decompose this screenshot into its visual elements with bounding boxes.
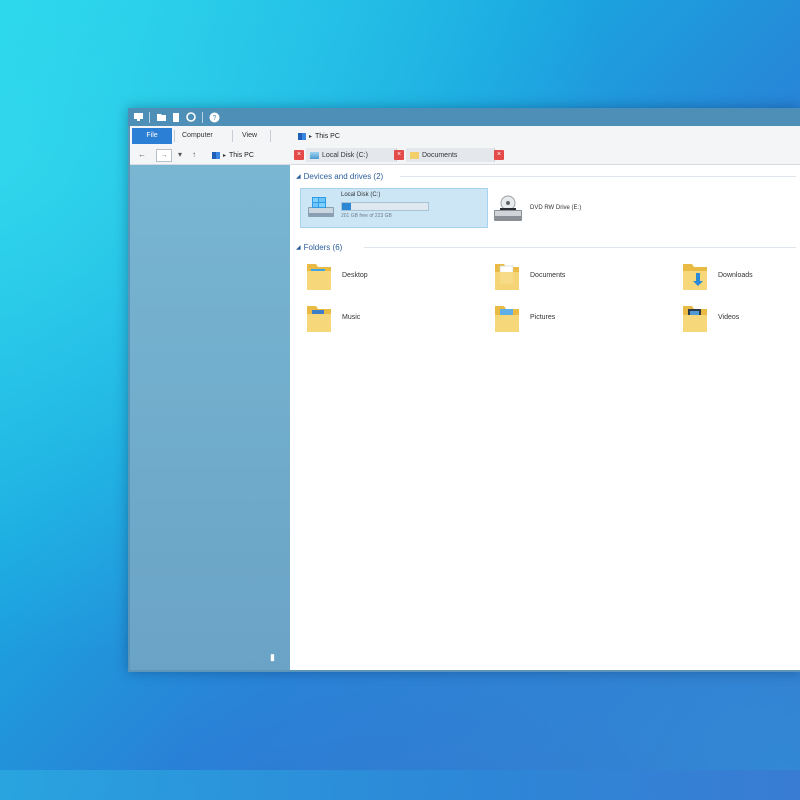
pictures-folder-icon [495, 306, 519, 332]
folder-label: Videos [718, 314, 740, 321]
quick-access-separator [202, 111, 203, 123]
folder-pictures[interactable]: Pictures [494, 301, 654, 337]
drive-free-space: 201 GB free of 223 GB [341, 213, 392, 219]
svg-text:?: ? [212, 115, 216, 122]
downloads-folder-icon [683, 264, 707, 290]
drive-name: Local Disk (C:) [341, 192, 381, 198]
back-arrow-icon[interactable]: ← [138, 148, 146, 162]
taskbar [0, 770, 800, 800]
content-area: ◢ Devices and drives (2) Local Disk (C:)… [290, 165, 800, 670]
navigation-pane[interactable]: ▮ [130, 165, 290, 670]
properties-icon[interactable] [170, 111, 182, 123]
ribbon-breadcrumb-label: This PC [315, 132, 340, 140]
file-explorer-window: ? File Computer View ▸ This PC ← → ▾ ↑ ▸… [128, 108, 800, 672]
help-icon[interactable]: ? [208, 111, 220, 123]
group-divider [364, 247, 796, 248]
close-tab-icon[interactable]: × [294, 150, 304, 160]
desktop-folder-icon [307, 264, 331, 290]
collapse-icon: ◢ [296, 173, 301, 180]
folder-label: Pictures [530, 314, 556, 321]
new-folder-icon[interactable] [155, 111, 167, 123]
folder-tab-label: Documents [422, 151, 458, 159]
collapse-icon: ◢ [296, 244, 301, 251]
drive-name: DVD RW Drive (E:) [530, 205, 582, 211]
folder-label: Documents [530, 272, 566, 279]
ribbon-breadcrumb[interactable]: ▸ This PC [298, 128, 340, 144]
title-bar: ? [128, 108, 800, 126]
ribbon-separator [174, 130, 175, 142]
group-header-folders[interactable]: ◢ Folders (6) [296, 241, 342, 253]
folder-documents[interactable]: Documents [494, 259, 654, 295]
folder-icon [410, 151, 419, 159]
this-pc-icon [212, 151, 220, 159]
quick-access-separator [149, 111, 150, 123]
forward-button[interactable]: → [156, 149, 172, 162]
group-header-label: Devices and drives (2) [303, 171, 384, 181]
group-divider [400, 176, 796, 177]
drive-usage-bar [341, 202, 429, 211]
group-header-label: Folders (6) [303, 242, 343, 252]
ribbon-separator [270, 130, 271, 142]
videos-folder-icon [683, 306, 707, 332]
folder-tab-documents[interactable]: Documents [406, 148, 495, 162]
music-folder-icon [307, 306, 331, 332]
hard-drive-icon [308, 197, 334, 217]
this-pc-icon [298, 132, 306, 140]
folder-music[interactable]: Music [306, 301, 466, 337]
folder-label: Downloads [718, 272, 753, 279]
close-tab-icon[interactable]: × [494, 150, 504, 160]
address-path[interactable]: ▸ This PC [212, 148, 254, 162]
address-bar: ← → ▾ ↑ ▸ This PC × Local Disk (C:) × Do… [130, 146, 800, 165]
folder-downloads[interactable]: Downloads [682, 259, 800, 295]
drive-dvd-rw[interactable]: DVD RW Drive (E:) [492, 195, 632, 225]
drive-icon [310, 151, 319, 159]
chevron-down-icon[interactable]: ▾ [178, 148, 182, 162]
folder-label: Music [342, 314, 361, 321]
folder-tab-label: Local Disk (C:) [322, 151, 368, 159]
up-arrow-icon[interactable]: ↑ [192, 148, 196, 162]
group-header-devices[interactable]: ◢ Devices and drives (2) [296, 170, 383, 182]
pc-icon [132, 111, 144, 123]
folder-videos[interactable]: Videos [682, 301, 800, 337]
drive-usage-fill [342, 203, 351, 210]
address-path-label: This PC [229, 151, 254, 159]
undo-icon[interactable] [185, 111, 197, 123]
documents-folder-icon [495, 264, 519, 290]
folder-label: Desktop [342, 272, 368, 279]
drive-local-disk-c[interactable]: Local Disk (C:) 201 GB free of 223 GB [300, 188, 488, 228]
tab-view[interactable]: View [242, 128, 257, 144]
scroll-handle-icon[interactable]: ▮ [270, 652, 280, 664]
dvd-drive-icon [494, 195, 522, 221]
chevron-right-icon: ▸ [309, 133, 313, 140]
chevron-right-icon: ▸ [223, 152, 227, 159]
ribbon-separator [232, 130, 233, 142]
tab-file[interactable]: File [132, 128, 172, 144]
ribbon-tabs: File Computer View ▸ This PC [130, 126, 800, 147]
folder-tab-local-disk[interactable]: Local Disk (C:) [306, 148, 397, 162]
tab-computer[interactable]: Computer [182, 128, 213, 144]
close-tab-icon[interactable]: × [394, 150, 404, 160]
folder-desktop[interactable]: Desktop [306, 259, 466, 295]
